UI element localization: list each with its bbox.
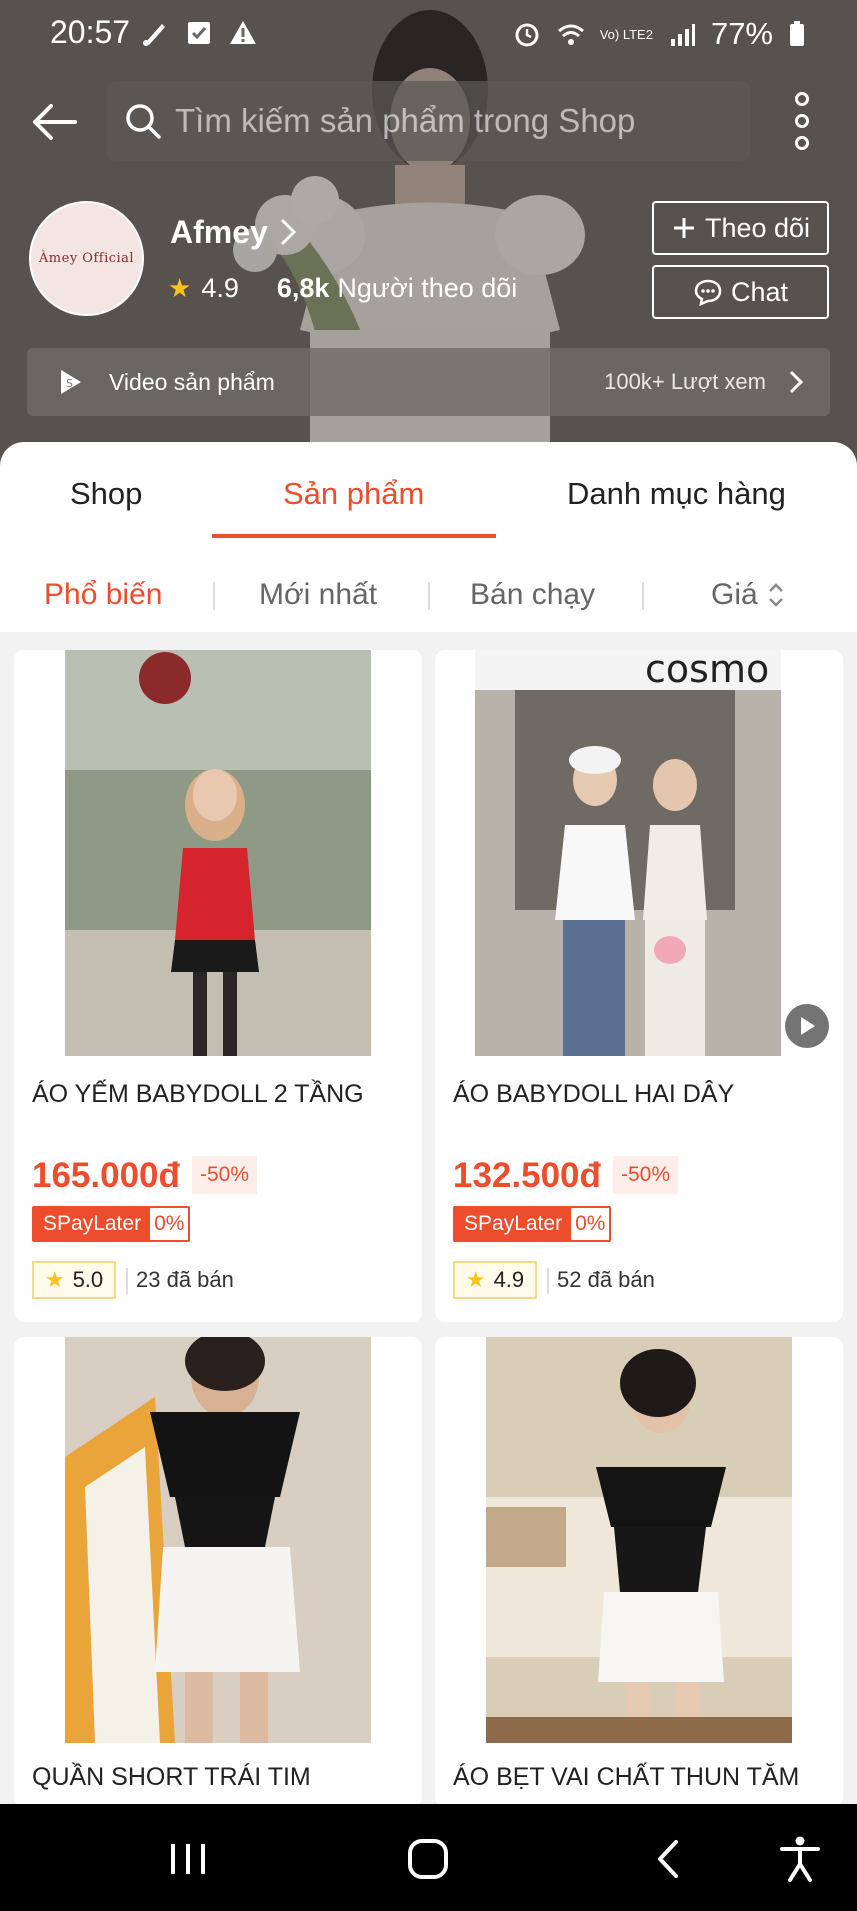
shop-search-input[interactable]: Tìm kiếm sản phẩm trong Shop bbox=[107, 81, 750, 161]
signal-icon bbox=[670, 24, 695, 46]
product-rating-value: 4.9 bbox=[493, 1267, 525, 1292]
back-button[interactable] bbox=[26, 94, 82, 150]
tab-products[interactable]: Sản phẩm bbox=[283, 476, 424, 512]
shop-avatar[interactable]: Àmey Official bbox=[29, 201, 144, 316]
more-options-button[interactable] bbox=[782, 88, 822, 154]
divider bbox=[547, 1268, 549, 1294]
product-title: ÁO BẸT VAI CHẤT THUN TĂM bbox=[453, 1763, 800, 1791]
more-vertical-icon bbox=[795, 92, 809, 106]
sort-price[interactable]: Giá bbox=[711, 578, 758, 612]
back-nav-icon[interactable] bbox=[644, 1834, 694, 1884]
spaylater-badge: SPayLater 0% bbox=[32, 1206, 191, 1242]
spaylater-label: SPayLater bbox=[455, 1208, 572, 1240]
shop-rating: 4.9 bbox=[201, 273, 239, 303]
warning-icon bbox=[230, 21, 256, 44]
brush-icon bbox=[143, 24, 165, 46]
play-icon bbox=[801, 1017, 815, 1035]
battery-percent: 77% bbox=[710, 16, 773, 51]
chat-bubble-icon bbox=[694, 279, 722, 306]
video-views: 100k+ Lượt xem bbox=[604, 369, 766, 394]
product-rating-value: 5.0 bbox=[72, 1267, 104, 1292]
divider bbox=[126, 1268, 128, 1294]
product-video-bar[interactable]: S Video sản phẩm 100k+ Lượt xem bbox=[27, 348, 830, 416]
sort-popular[interactable]: Phổ biến bbox=[44, 578, 162, 612]
discount-badge: -50% bbox=[192, 1156, 258, 1194]
product-image bbox=[65, 650, 371, 1056]
divider bbox=[642, 582, 644, 610]
divider bbox=[213, 582, 215, 610]
video-play-button[interactable] bbox=[785, 1004, 829, 1048]
followers-label: Người theo dõi bbox=[337, 273, 518, 303]
plus-icon bbox=[673, 218, 694, 238]
star-icon: ★ bbox=[168, 273, 192, 303]
video-play-icon: S bbox=[61, 370, 81, 394]
accessibility-icon[interactable] bbox=[775, 1834, 825, 1884]
chevron-right-icon bbox=[789, 370, 804, 394]
status-bar: 20:57 Vo) LTE2 77% bbox=[0, 0, 857, 68]
shop-top-bar: Tìm kiếm sản phẩm trong Shop bbox=[0, 78, 857, 164]
android-nav-bar bbox=[0, 1804, 857, 1911]
alarm-icon bbox=[515, 23, 539, 47]
product-price: 132.500đ bbox=[453, 1156, 601, 1195]
product-image: cosmo bbox=[475, 650, 781, 1056]
arrow-left-icon bbox=[33, 104, 77, 140]
sold-count: 52 đã bán bbox=[557, 1267, 655, 1292]
battery-icon bbox=[790, 21, 804, 46]
avatar-logo-text: Àmey Official bbox=[38, 251, 135, 266]
sold-count: 23 đã bán bbox=[136, 1267, 234, 1292]
product-card[interactable]: ÁO YẾM BABYDOLL 2 TẦNG 165.000đ -50% SPa… bbox=[14, 650, 422, 1322]
shop-tabs-panel: Shop Sản phẩm Danh mục hàng Phổ biến Mới… bbox=[0, 442, 857, 632]
product-card[interactable]: QUẦN SHORT TRÁI TIM bbox=[14, 1337, 422, 1807]
shop-info: Àmey Official Afmey ★ 4.9 6,8k Người the… bbox=[0, 198, 857, 328]
star-icon: ★ bbox=[44, 1267, 65, 1292]
product-image bbox=[65, 1337, 371, 1743]
search-icon bbox=[126, 104, 161, 139]
spaylater-rate: 0% bbox=[575, 1212, 606, 1235]
product-rating: ★ 4.9 bbox=[453, 1261, 537, 1299]
product-card[interactable]: cosmo ÁO BABYDOLL HAI DÂY 132.500đ -50% … bbox=[435, 650, 843, 1322]
tab-categories[interactable]: Danh mục hàng bbox=[567, 476, 786, 512]
product-rating: ★ 5.0 bbox=[32, 1261, 116, 1299]
discount-badge: -50% bbox=[613, 1156, 679, 1194]
shop-stats: ★ 4.9 6,8k Người theo dõi bbox=[168, 273, 517, 304]
shop-name[interactable]: Afmey bbox=[170, 214, 268, 251]
status-time: 20:57 bbox=[50, 14, 131, 50]
product-title: QUẦN SHORT TRÁI TIM bbox=[32, 1763, 311, 1791]
product-title: ÁO BABYDOLL HAI DÂY bbox=[453, 1080, 735, 1108]
network-label: Vo) LTE2 bbox=[599, 26, 653, 42]
active-tab-indicator bbox=[212, 534, 496, 538]
chat-button[interactable]: Chat bbox=[652, 265, 829, 319]
spaylater-rate: 0% bbox=[154, 1212, 185, 1235]
tab-shop[interactable]: Shop bbox=[70, 476, 142, 512]
sort-arrows-icon[interactable] bbox=[767, 580, 785, 610]
svg-text:cosmo: cosmo bbox=[645, 650, 769, 691]
follow-button[interactable]: Theo dõi bbox=[652, 201, 829, 255]
product-image bbox=[486, 1337, 792, 1743]
wifi-icon bbox=[557, 24, 584, 45]
search-placeholder: Tìm kiếm sản phẩm trong Shop bbox=[175, 102, 636, 139]
chevron-right-icon[interactable] bbox=[277, 216, 299, 248]
divider bbox=[428, 582, 430, 610]
home-icon[interactable] bbox=[403, 1834, 453, 1884]
svg-text:S: S bbox=[66, 377, 73, 390]
spaylater-label: SPayLater bbox=[34, 1208, 151, 1240]
product-card[interactable]: ÁO BẸT VAI CHẤT THUN TĂM bbox=[435, 1337, 843, 1807]
video-label: Video sản phẩm bbox=[109, 368, 275, 395]
followers-count: 6,8k bbox=[276, 273, 330, 303]
spaylater-badge: SPayLater 0% bbox=[453, 1206, 612, 1242]
follow-label: Theo dõi bbox=[704, 212, 811, 243]
star-icon: ★ bbox=[465, 1267, 486, 1292]
chat-label: Chat bbox=[730, 276, 789, 307]
sort-newest[interactable]: Mới nhất bbox=[259, 578, 377, 612]
product-price: 165.000đ bbox=[32, 1156, 180, 1195]
sort-bar: Phổ biến Mới nhất Bán chạy Giá bbox=[0, 552, 857, 624]
notification-icons bbox=[140, 18, 258, 48]
sort-best-selling[interactable]: Bán chạy bbox=[470, 578, 595, 612]
product-title: ÁO YẾM BABYDOLL 2 TẦNG bbox=[32, 1080, 364, 1108]
recent-apps-icon[interactable] bbox=[163, 1834, 213, 1884]
checkbox-icon bbox=[188, 22, 210, 44]
system-status-icons: Vo) LTE2 77% bbox=[512, 16, 807, 52]
